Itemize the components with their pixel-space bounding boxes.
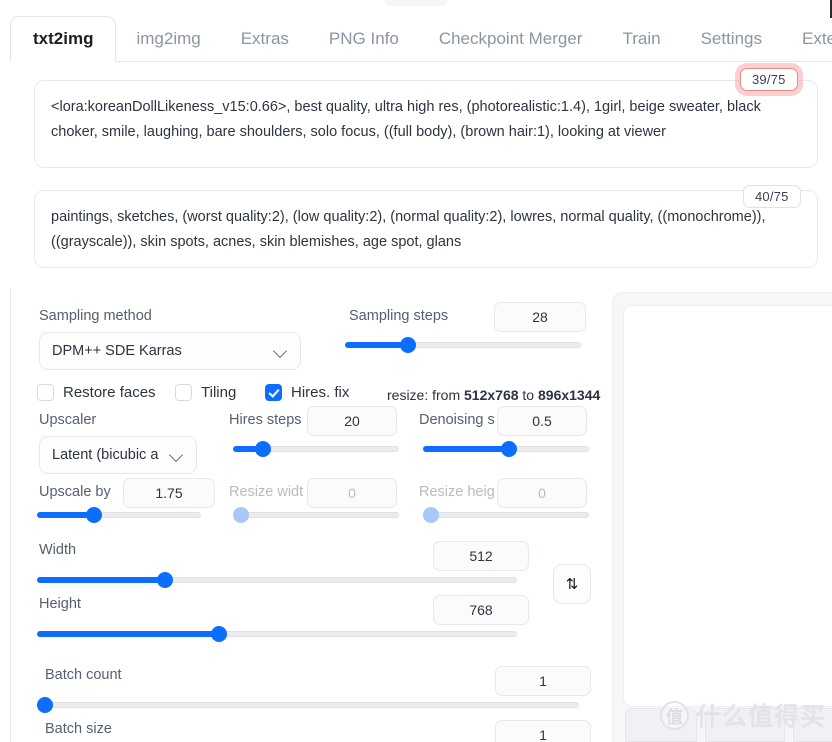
resize-to-value: 896x1344 (538, 387, 600, 403)
slider-knob[interactable] (400, 337, 416, 353)
checkbox-icon[interactable] (37, 384, 54, 401)
slider-knob[interactable] (157, 572, 173, 588)
gallery-action-button-2[interactable] (705, 708, 785, 742)
tab-train[interactable]: Train (602, 16, 680, 61)
tab-extras[interactable]: Extras (221, 16, 309, 61)
window-top-strip (0, 0, 832, 16)
upscaler-label: Upscaler (39, 412, 96, 428)
tab-txt2img[interactable]: txt2img (10, 16, 116, 62)
height-value[interactable]: 768 (433, 595, 529, 625)
chevron-down-icon (170, 448, 184, 462)
result-gallery[interactable] (623, 305, 832, 707)
slider-track (233, 512, 399, 518)
tiling-label: Tiling (201, 384, 236, 401)
height-slider[interactable] (37, 626, 517, 642)
tab-png-info[interactable]: PNG Info (309, 16, 419, 61)
resize-height-label: Resize heig (419, 484, 495, 500)
batch-count-label: Batch count (45, 667, 122, 683)
sd-webui-window: txt2img img2img Extras PNG Info Checkpoi… (0, 0, 832, 742)
hires-steps-value[interactable]: 20 (307, 406, 397, 436)
tab-extensions-label: Extensi (802, 29, 832, 49)
slider-knob[interactable] (233, 507, 249, 523)
resize-width-label: Resize widt (229, 484, 303, 500)
sampling-method-value: DPM++ SDE Karras (52, 343, 270, 359)
top-ghost-element (385, 0, 447, 6)
tab-img2img[interactable]: img2img (116, 16, 220, 61)
sampling-method-label: Sampling method (39, 308, 152, 324)
slider-track (423, 512, 589, 518)
hires-fix-checkbox[interactable]: Hires. fix (265, 384, 349, 401)
tab-extras-label: Extras (241, 29, 289, 49)
upscale-by-slider[interactable] (37, 507, 201, 523)
resize-from-value: 512x768 (464, 387, 519, 403)
slider-knob[interactable] (255, 441, 271, 457)
resize-height-value[interactable]: 0 (497, 478, 587, 508)
tab-settings-label: Settings (701, 29, 762, 49)
restore-faces-checkbox[interactable]: Restore faces (37, 384, 156, 401)
tab-txt2img-label: txt2img (33, 29, 93, 49)
output-panel (612, 292, 832, 742)
tab-img2img-label: img2img (136, 29, 200, 49)
upscaler-value: Latent (bicubic a (52, 447, 166, 463)
width-label: Width (39, 542, 76, 558)
tiling-checkbox[interactable]: Tiling (175, 384, 236, 401)
hires-steps-label: Hires steps (229, 412, 302, 428)
positive-prompt-input[interactable]: <lora:koreanDollLikeness_v15:0.66>, best… (34, 80, 818, 168)
slider-fill (423, 446, 509, 452)
slider-knob[interactable] (423, 507, 439, 523)
slider-knob[interactable] (86, 507, 102, 523)
slider-track (37, 702, 579, 708)
checkbox-checked-icon[interactable] (265, 384, 282, 401)
positive-token-counter: 39/75 (740, 68, 798, 91)
width-value[interactable]: 512 (433, 541, 529, 571)
settings-panel: Sampling method DPM++ SDE Karras Samplin… (10, 288, 604, 742)
height-label: Height (39, 596, 81, 612)
tab-png-info-label: PNG Info (329, 29, 399, 49)
sampling-steps-value[interactable]: 28 (494, 302, 586, 332)
batch-count-slider[interactable] (37, 697, 579, 713)
hires-steps-slider[interactable] (233, 441, 399, 457)
main-tab-bar: txt2img img2img Extras PNG Info Checkpoi… (10, 16, 832, 62)
tab-checkpoint-merger-label: Checkpoint Merger (439, 29, 583, 49)
tab-checkpoint-merger[interactable]: Checkpoint Merger (419, 16, 603, 61)
checkbox-icon[interactable] (175, 384, 192, 401)
resize-mid: to (522, 387, 534, 403)
denoising-strength-value[interactable]: 0.5 (497, 406, 587, 436)
upscale-by-value[interactable]: 1.75 (123, 478, 215, 508)
width-slider[interactable] (37, 572, 517, 588)
slider-knob[interactable] (37, 697, 53, 713)
upscale-by-label: Upscale by (39, 484, 111, 500)
slider-fill (345, 342, 408, 348)
resize-width-slider[interactable] (233, 507, 399, 523)
sampling-method-dropdown[interactable]: DPM++ SDE Karras (39, 332, 301, 370)
hires-resize-note: resize: from 512x768 to 896x1344 (387, 387, 600, 403)
slider-knob[interactable] (501, 441, 517, 457)
resize-prefix: resize: from (387, 387, 460, 403)
denoising-strength-label: Denoising s (419, 412, 495, 428)
denoising-strength-slider[interactable] (423, 441, 589, 457)
slider-knob[interactable] (211, 626, 227, 642)
batch-count-value[interactable]: 1 (495, 666, 591, 696)
restore-faces-label: Restore faces (63, 384, 156, 401)
sampling-steps-slider[interactable] (345, 337, 581, 353)
resize-width-value[interactable]: 0 (307, 478, 397, 508)
chevron-down-icon (274, 344, 288, 358)
negative-token-counter: 40/75 (743, 185, 801, 208)
tab-train-label: Train (622, 29, 660, 49)
swap-arrows-icon: ⇅ (566, 575, 579, 593)
resize-height-slider[interactable] (423, 507, 589, 523)
gallery-action-button-1[interactable] (625, 708, 697, 742)
swap-dimensions-button[interactable]: ⇅ (553, 564, 591, 604)
tab-extensions[interactable]: Extensi (782, 16, 832, 61)
slider-fill (37, 631, 219, 637)
negative-prompt-input[interactable]: paintings, sketches, (worst quality:2), … (34, 190, 818, 268)
upscaler-dropdown[interactable]: Latent (bicubic a (39, 436, 197, 474)
gallery-action-button-3[interactable] (793, 708, 832, 742)
tab-settings[interactable]: Settings (681, 16, 782, 61)
batch-size-value[interactable]: 1 (495, 720, 591, 742)
hires-fix-label: Hires. fix (291, 384, 349, 401)
sampling-steps-label: Sampling steps (349, 308, 448, 324)
slider-fill (37, 577, 165, 583)
batch-size-label: Batch size (45, 721, 112, 737)
